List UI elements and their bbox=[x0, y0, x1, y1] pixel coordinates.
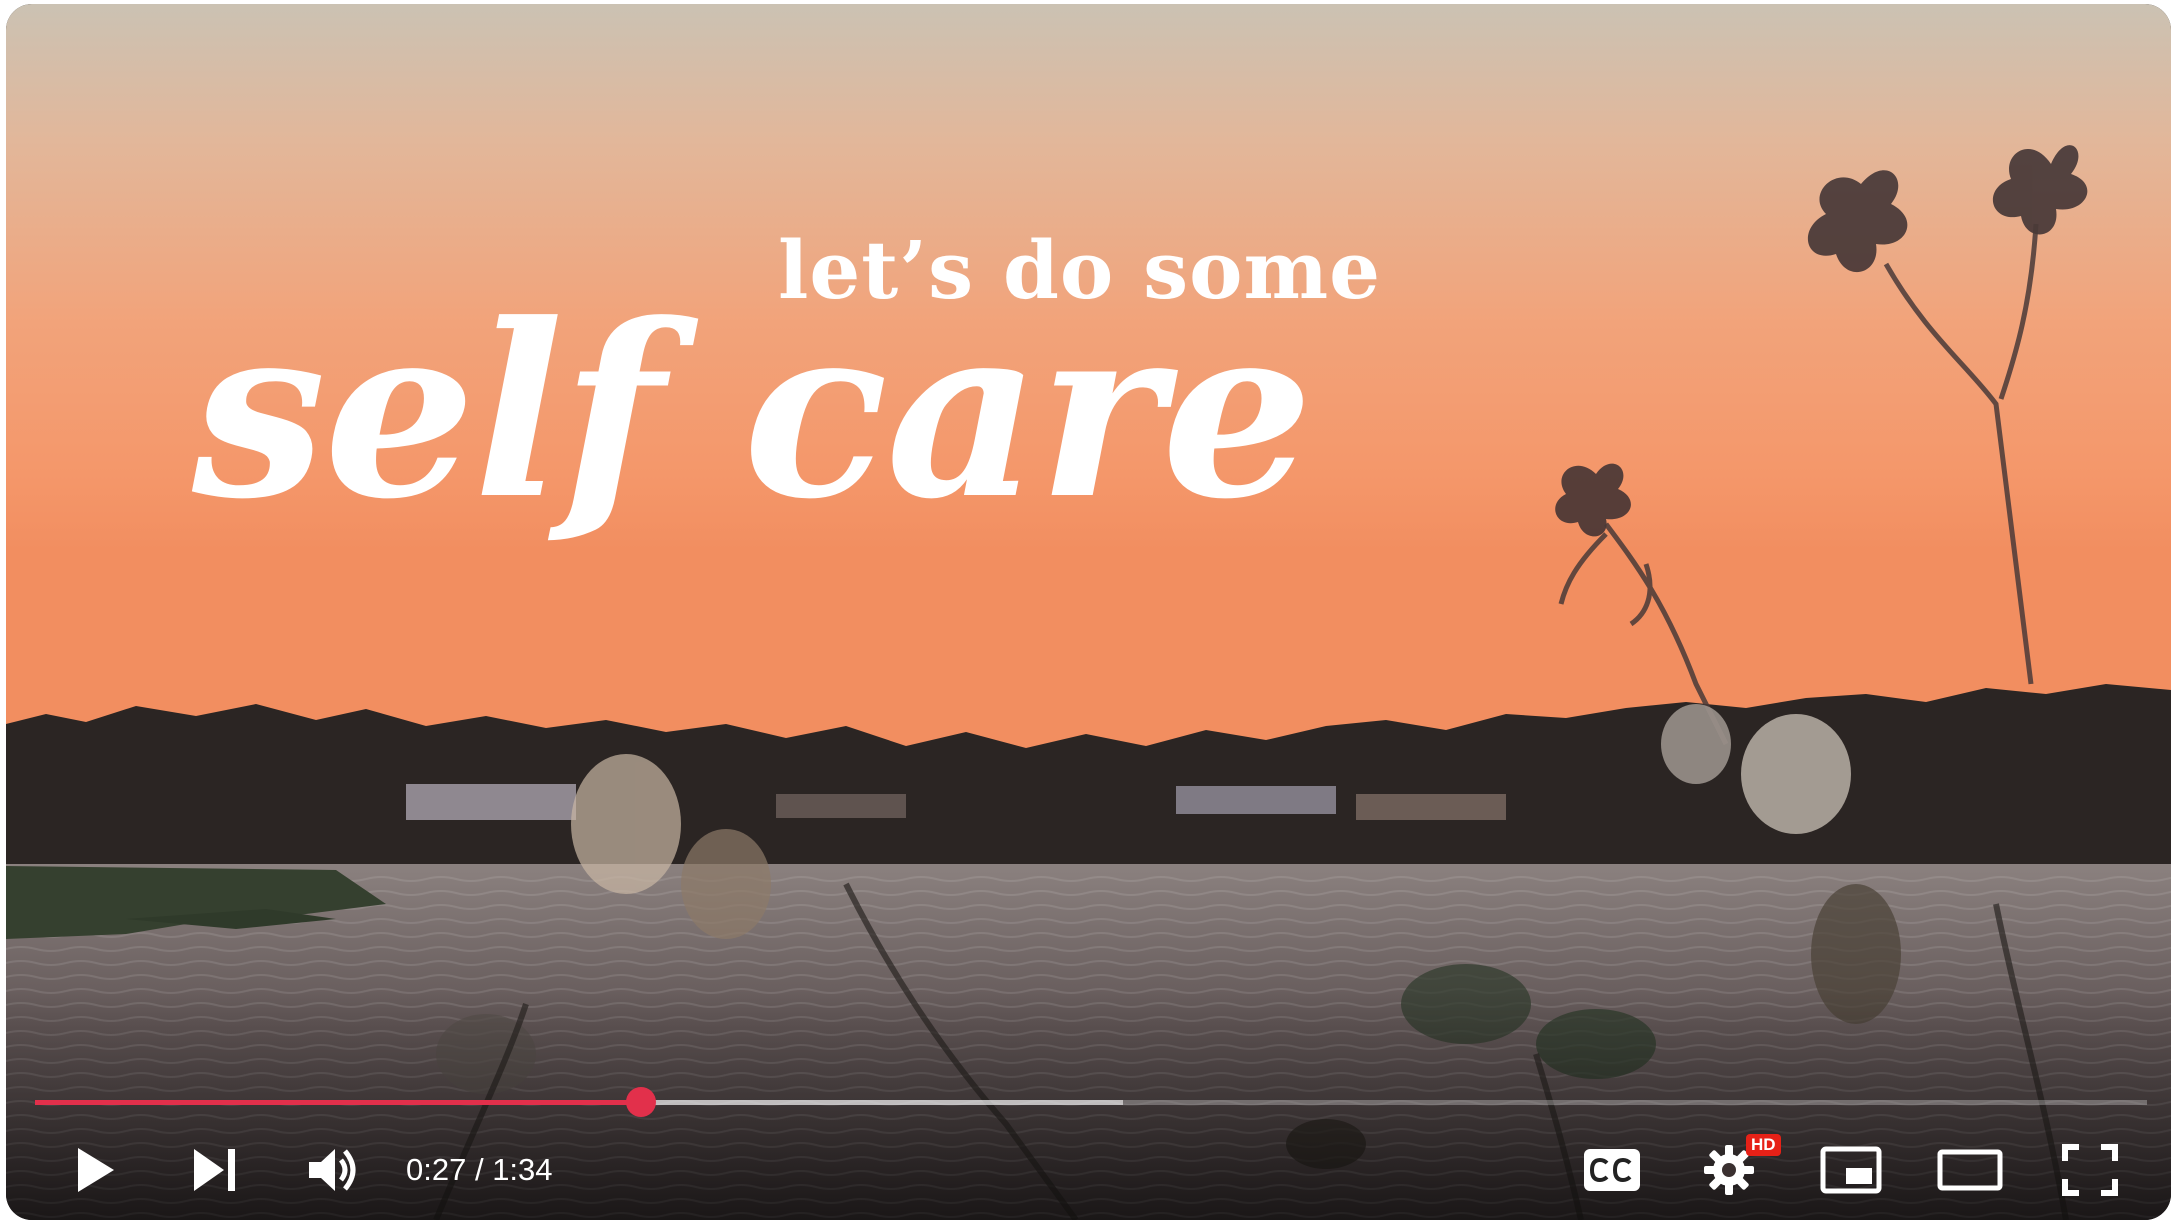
progress-played bbox=[35, 1100, 642, 1105]
video-overlay-title: self care bbox=[192, 273, 1313, 552]
fullscreen-icon bbox=[2062, 1144, 2118, 1196]
mute-button[interactable] bbox=[294, 1138, 374, 1202]
miniplayer-icon bbox=[1820, 1146, 1882, 1194]
time-separator: / bbox=[466, 1152, 493, 1187]
theater-mode-button[interactable] bbox=[1930, 1138, 2010, 1202]
current-time: 0:27 bbox=[406, 1152, 467, 1187]
play-button[interactable] bbox=[56, 1138, 136, 1202]
video-player[interactable]: let’s do some self care 0:27 / 1:34 HD bbox=[6, 4, 2171, 1220]
captions-button[interactable] bbox=[1572, 1138, 1652, 1202]
progress-scrubber-handle[interactable] bbox=[626, 1087, 657, 1117]
captions-icon bbox=[1583, 1148, 1641, 1192]
fullscreen-button[interactable] bbox=[2050, 1138, 2130, 1202]
duration: 1:34 bbox=[492, 1152, 553, 1187]
volume-icon bbox=[307, 1145, 361, 1195]
play-icon bbox=[74, 1145, 118, 1195]
progress-bar[interactable] bbox=[35, 1087, 2147, 1117]
next-icon bbox=[192, 1147, 240, 1193]
time-display: 0:27 / 1:34 bbox=[406, 1148, 553, 1192]
miniplayer-button[interactable] bbox=[1811, 1138, 1891, 1202]
next-video-button[interactable] bbox=[176, 1138, 256, 1202]
theater-mode-icon bbox=[1937, 1149, 2003, 1191]
hd-quality-badge: HD bbox=[1746, 1134, 1781, 1156]
